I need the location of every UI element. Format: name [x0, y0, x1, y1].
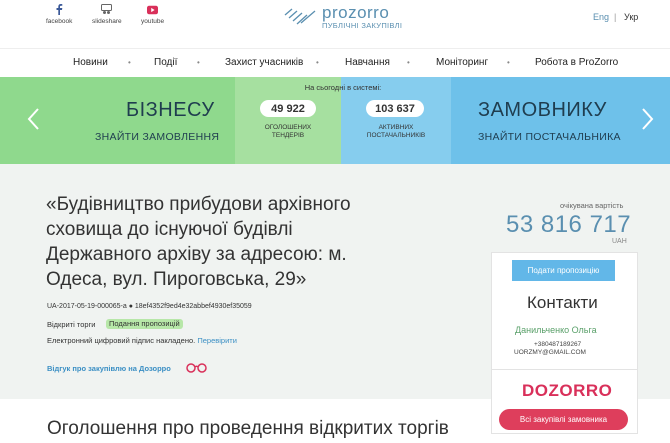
tender-type: Відкриті торги — [47, 320, 96, 329]
dozorro-review-link[interactable]: Відгук про закупівлю на Дозорро — [47, 364, 171, 373]
price-label: очікувана вартість — [560, 201, 624, 210]
signature-info: Електронний цифровий підпис накладено. П… — [47, 336, 237, 345]
nav-monitoring[interactable]: Моніторинг — [436, 57, 488, 68]
price-currency: UAH — [612, 238, 627, 245]
social-facebook[interactable]: facebook — [46, 4, 72, 25]
check-signature-link[interactable]: Перевірити — [197, 336, 237, 345]
nav-dot: • — [407, 58, 410, 67]
logo-name: prozorro — [322, 3, 390, 22]
tender-id: UA-2017-05-19-000065-a ● 18ef4352f9ed4e3… — [47, 303, 252, 310]
submit-proposal-button[interactable]: Подати пропозицію — [512, 260, 615, 281]
contact-name: Данильченко Ольга — [515, 325, 597, 335]
suppliers-label: АКТИВНИХ ПОСТАЧАЛЬНИКІВ — [366, 124, 426, 139]
social-youtube[interactable]: youtube — [141, 4, 164, 25]
nav-education[interactable]: Навчання — [345, 57, 390, 68]
logo-subtitle: ПУБЛІЧНІ ЗАКУПІВЛІ — [322, 21, 403, 30]
slideshare-icon — [101, 4, 113, 15]
tender-title: «Будівництво прибудови архівного сховища… — [46, 194, 351, 290]
all-customer-purchases-button[interactable]: Всі закупівлі замовника — [499, 409, 628, 430]
contact-phone: +380487189267 — [534, 341, 582, 348]
today-label: На сьогодні в системі: — [304, 83, 382, 92]
chevron-left-icon[interactable] — [26, 107, 40, 131]
price-value: 53 816 717 — [506, 211, 632, 238]
lang-eng[interactable]: Eng — [593, 12, 609, 22]
tenders-count: 49 922 — [260, 100, 316, 117]
suppliers-count: 103 637 — [366, 100, 424, 117]
main-nav: Новини • Події • Захист учасників • Навч… — [0, 48, 670, 76]
divider — [491, 369, 638, 370]
facebook-icon — [54, 4, 65, 15]
nav-news[interactable]: Новини — [73, 57, 108, 68]
nav-events[interactable]: Події — [154, 57, 177, 68]
nav-work-in-prozorro[interactable]: Робота в ProZorro — [535, 57, 618, 68]
hero-banner: БІЗНЕСУ ЗНАЙТИ ЗАМОВЛЕННЯ На сьогодні в … — [0, 77, 670, 164]
top-bar: facebook slideshare youtube prozorro ПУБ… — [0, 0, 670, 44]
lang-separator: | — [614, 12, 617, 22]
glasses-icon — [186, 363, 207, 373]
prozorro-logo[interactable]: prozorro ПУБЛІЧНІ ЗАКУПІВЛІ — [283, 4, 402, 30]
announcement-title: Оголошення про проведення відкритих торг… — [47, 418, 449, 439]
chevron-right-icon[interactable] — [641, 107, 655, 131]
status-badge: Подання пропозицій — [106, 319, 183, 329]
lang-ukr[interactable]: Укр — [624, 12, 638, 22]
business-title[interactable]: БІЗНЕСУ — [126, 99, 215, 122]
social-slideshare[interactable]: slideshare — [92, 4, 122, 25]
customer-title[interactable]: ЗАМОВНИКУ — [478, 99, 607, 122]
customer-subtitle[interactable]: ЗНАЙТИ ПОСТАЧАЛЬНИКА — [478, 131, 621, 143]
social-label: youtube — [141, 18, 165, 25]
nav-dot: • — [507, 58, 510, 67]
nav-dot: • — [197, 58, 200, 67]
nav-dot: • — [316, 58, 319, 67]
tenders-label: ОГОЛОШЕНИХ ТЕНДЕРІВ — [264, 124, 312, 139]
dozorro-logo: DOZORRO — [522, 381, 613, 400]
nav-dot: • — [128, 58, 131, 67]
nav-protection[interactable]: Захист учасників — [225, 57, 303, 68]
contacts-title: Контакти — [527, 293, 598, 312]
social-label: facebook — [46, 18, 73, 25]
contact-email[interactable]: UORZMY@GMAIL.COM — [514, 349, 586, 356]
business-subtitle[interactable]: ЗНАЙТИ ЗАМОВЛЕННЯ — [95, 131, 219, 143]
prozorro-logo-icon — [284, 8, 316, 25]
youtube-icon — [147, 4, 159, 15]
social-label: slideshare — [92, 18, 122, 25]
